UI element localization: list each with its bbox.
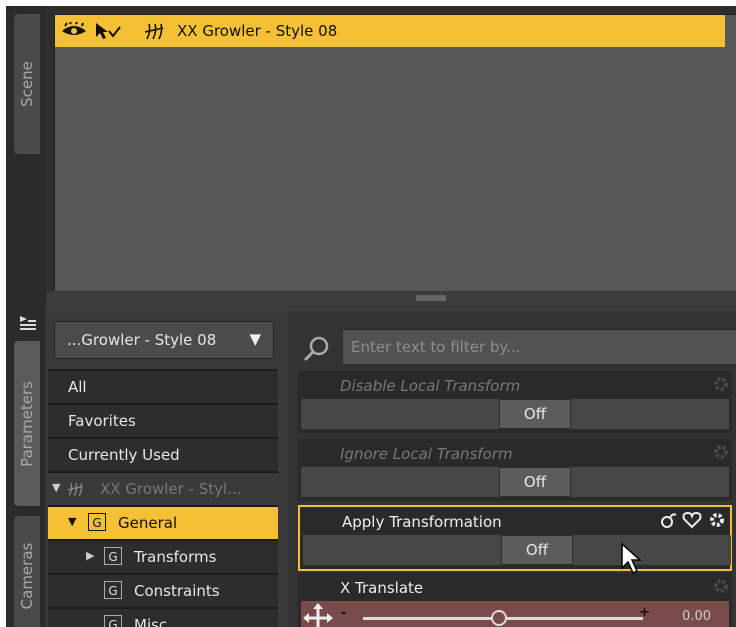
list-item-label: General: [118, 514, 178, 532]
tab-scene-label: Scene: [18, 61, 36, 107]
decrement-icon[interactable]: -: [341, 606, 346, 621]
scene-list: XX Growler - Style 08: [54, 14, 736, 293]
list-item-transforms[interactable]: ▶ G Transforms: [48, 541, 278, 575]
pane-menu-icon[interactable]: [18, 314, 38, 334]
expand-triangle-icon[interactable]: ▶: [86, 549, 94, 562]
property-disable-local-transform: Disable Local Transform Off: [298, 371, 732, 433]
list-item-misc[interactable]: G Misc: [48, 609, 278, 627]
property-track: Off: [301, 467, 729, 497]
chevron-down-icon: ▼: [249, 330, 261, 348]
property-apply-transformation: Apply Transformation Off: [298, 505, 732, 571]
gear-icon[interactable]: [712, 577, 730, 595]
slider-handle[interactable]: [491, 610, 507, 626]
list-item-label: Transforms: [134, 548, 217, 566]
property-ignore-local-transform: Ignore Local Transform Off: [298, 439, 732, 501]
list-item-label: Constraints: [134, 582, 220, 600]
tab-cameras-label: Cameras: [18, 542, 36, 610]
search-icon[interactable]: [302, 335, 330, 363]
eye-icon[interactable]: [61, 22, 87, 38]
expand-triangle-icon[interactable]: ▼: [68, 515, 76, 528]
gear-icon[interactable]: [708, 511, 726, 529]
group-icon: G: [104, 547, 122, 565]
group-icon: G: [104, 615, 122, 627]
figure-icon: [67, 482, 83, 496]
gear-icon[interactable]: [712, 443, 730, 461]
tab-parameters[interactable]: Parameters: [14, 341, 40, 506]
property-group-list: All Favorites Currently Used ▼ XX Growle…: [48, 369, 278, 627]
property-name: X Translate: [340, 579, 424, 597]
move-arrows-icon[interactable]: [303, 603, 333, 627]
scene-item-growler[interactable]: XX Growler - Style 08: [55, 15, 725, 47]
splitter-grip-icon[interactable]: [416, 295, 446, 301]
property-track: Off: [303, 535, 731, 565]
scene-item-label: XX Growler - Style 08: [177, 22, 338, 40]
expand-triangle-icon[interactable]: ▼: [52, 481, 60, 494]
mouse-cursor-icon: [621, 542, 642, 575]
x-translate-slider[interactable]: - + 0.00: [301, 601, 729, 627]
toggle-off-button[interactable]: Off: [499, 467, 571, 497]
node-selector-dropdown[interactable]: ...Growler - Style 08 ▼: [54, 321, 274, 359]
list-item-constraints[interactable]: G Constraints: [48, 575, 278, 609]
property-name: Apply Transformation: [342, 513, 502, 531]
pane-splitter[interactable]: [46, 291, 736, 311]
tab-cameras[interactable]: Cameras: [14, 516, 40, 627]
filter-input[interactable]: Enter text to filter by...: [342, 329, 736, 365]
heart-icon[interactable]: [682, 511, 702, 529]
list-item-label: Favorites: [68, 412, 136, 430]
list-item-general[interactable]: ▼ G General: [48, 507, 278, 541]
list-item-all[interactable]: All: [48, 371, 278, 405]
tab-scene[interactable]: Scene: [14, 14, 40, 154]
list-item-favorites[interactable]: Favorites: [48, 405, 278, 439]
tab-parameters-label: Parameters: [18, 380, 36, 467]
left-tab-strip: Scene Parameters Cameras: [6, 6, 46, 627]
list-item-label: Misc: [134, 616, 168, 627]
property-track: Off: [301, 399, 729, 429]
list-item-node[interactable]: ▼ XX Growler - Styl...: [48, 473, 278, 507]
figure-icon: [144, 23, 164, 40]
property-name: Ignore Local Transform: [340, 445, 513, 463]
link-icon[interactable]: [660, 511, 678, 529]
properties-column: Enter text to filter by... Disable Local…: [288, 311, 736, 627]
increment-icon[interactable]: +: [639, 605, 650, 620]
app-frame: Scene Parameters Cameras XX Growler - St…: [6, 6, 736, 627]
property-name: Disable Local Transform: [340, 377, 521, 395]
property-x-translate: X Translate - + 0.00: [298, 573, 732, 627]
list-item-label: All: [68, 378, 87, 396]
toggle-off-button[interactable]: Off: [501, 535, 573, 565]
list-item-currently-used[interactable]: Currently Used: [48, 439, 278, 473]
scene-pane: XX Growler - Style 08: [46, 6, 736, 293]
select-icon[interactable]: [95, 22, 121, 40]
gear-icon[interactable]: [712, 375, 730, 393]
slider-value[interactable]: 0.00: [682, 609, 711, 624]
node-selector-value: ...Growler - Style 08: [67, 331, 217, 349]
list-item-label: XX Growler - Styl...: [100, 480, 242, 498]
group-icon: G: [104, 581, 122, 599]
list-item-label: Currently Used: [68, 446, 180, 464]
parameters-pane: ...Growler - Style 08 ▼ All Favorites Cu…: [46, 311, 736, 627]
toggle-off-button[interactable]: Off: [499, 399, 571, 429]
group-icon: G: [88, 513, 106, 531]
